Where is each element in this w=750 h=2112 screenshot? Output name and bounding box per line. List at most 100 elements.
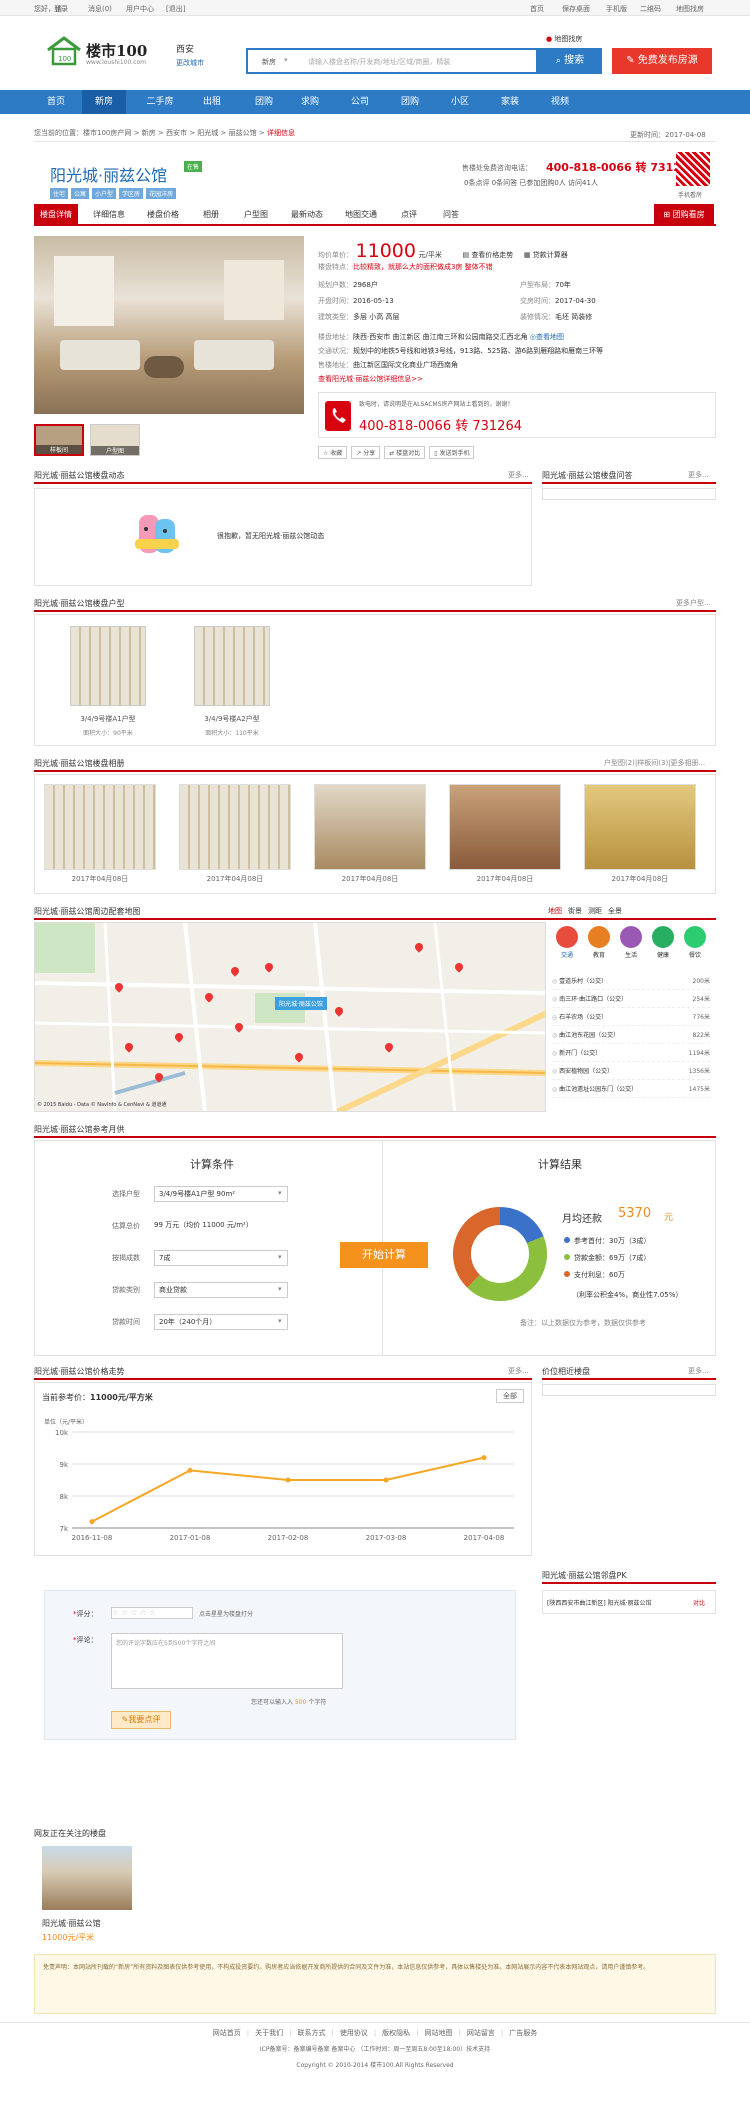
nav-item[interactable]: 首页 <box>34 90 78 114</box>
map-category-0[interactable]: 交通 <box>552 926 582 959</box>
trend-all-button[interactable]: 全部 <box>496 1389 524 1403</box>
group-buy-button[interactable]: ⊞ 团购看房 <box>654 204 714 226</box>
dynamics-more-link[interactable]: 更多... <box>508 470 529 480</box>
map-mode-tab[interactable]: 测距 <box>588 907 602 915</box>
breadcrumb-path[interactable]: 楼市100房产网 > 新房 > 西安市 > 阳光城 > 丽兹公馆 > <box>83 129 265 137</box>
nav-item[interactable]: 视频 <box>538 90 582 114</box>
nav-item[interactable]: 家装 <box>488 90 532 114</box>
nav-item[interactable]: 公司 <box>338 90 382 114</box>
logo-text[interactable]: 楼市100 <box>86 40 147 61</box>
messages-link[interactable]: 消息(0) <box>88 4 112 14</box>
album-photo[interactable] <box>584 784 696 870</box>
sitemap-link[interactable]: 地图找房 <box>676 4 704 14</box>
trend-link[interactable]: ▤ 查看价格走势 <box>462 251 513 259</box>
qa-more-link[interactable]: 更多... <box>688 470 709 480</box>
calc-select[interactable]: 7成 <box>154 1250 288 1266</box>
floorplan-name[interactable]: 3/4/9号楼A1户型 <box>60 714 156 724</box>
action-button[interactable]: ↗ 分享 <box>351 446 381 459</box>
footer-link[interactable]: 广告服务 <box>509 2029 537 2037</box>
search-category-select[interactable]: 新房 <box>262 57 276 67</box>
gallery-thumb[interactable]: 户型图 <box>90 424 140 456</box>
nav-item[interactable]: 二手房 <box>138 90 182 114</box>
action-button[interactable]: ⇄ 楼盘对比 <box>384 446 426 459</box>
nav-item[interactable]: 出租 <box>190 90 234 114</box>
qrcode-link[interactable]: 二维码 <box>640 4 661 14</box>
nav-item[interactable]: 新房 <box>82 90 126 114</box>
pk-item[interactable]: [陕西西安市曲江新区] 阳光城·丽兹公馆 <box>547 1598 652 1607</box>
map-mode-tab[interactable]: 全景 <box>608 907 622 915</box>
station-item[interactable]: ◎ 西安植物园（公交） 1356米 <box>552 1064 710 1080</box>
pk-compare-link[interactable]: 对比 <box>693 1598 705 1607</box>
station-item[interactable]: ◎ 壹道乐村（公交） 200米 <box>552 974 710 990</box>
map-canvas[interactable]: 阳光城·丽兹公馆 © 2015 Baidu - Data © NavInfo &… <box>34 922 546 1112</box>
tab-5[interactable]: 最新动态 <box>284 204 330 226</box>
start-calc-button[interactable]: 开始计算 <box>340 1242 428 1268</box>
more-info-link[interactable]: 查看阳光城·丽兹公馆详细信息>> <box>318 374 423 384</box>
station-item[interactable]: ◎ 曲江池东花园（公交） 822米 <box>552 1028 710 1044</box>
map-category-4[interactable]: 餐饮 <box>680 926 710 959</box>
tab-4[interactable]: 户型图 <box>236 204 276 226</box>
home-link[interactable]: 首页 <box>530 4 544 14</box>
map-marker-label[interactable]: 阳光城·丽兹公馆 <box>275 997 327 1010</box>
map-category-3[interactable]: 健康 <box>648 926 678 959</box>
station-item[interactable]: ◎ 新开门（公交） 1194米 <box>552 1046 710 1062</box>
album-more-link[interactable]: 户型图(2)|样板间(3)|更多相册... <box>604 758 705 768</box>
nav-item[interactable]: 求购 <box>288 90 332 114</box>
nav-item[interactable]: 团购 <box>242 90 286 114</box>
watching-name[interactable]: 阳光城·丽兹公馆 <box>42 1918 101 1929</box>
tab-1[interactable]: 详细信息 <box>86 204 132 226</box>
footer-link[interactable]: 关于我们 <box>255 2029 283 2037</box>
nav-item[interactable]: 小区 <box>438 90 482 114</box>
footer-link[interactable]: 使用协议 <box>340 2029 368 2037</box>
submit-comment-button[interactable]: ✎我要点评 <box>111 1711 171 1729</box>
footer-link[interactable]: 网站地图 <box>425 2029 453 2037</box>
station-item[interactable]: ◎ 南三环·曲江路口（公交） 254米 <box>552 992 710 1008</box>
map-mode-tab[interactable]: 地图 <box>548 907 562 915</box>
watching-photo[interactable] <box>42 1846 132 1910</box>
album-photo[interactable] <box>179 784 291 870</box>
comment-textarea[interactable]: 您的评论字数应在5到500个字符之间 <box>111 1633 343 1689</box>
calc-select[interactable]: 20年（240个月） <box>154 1314 288 1330</box>
calc-select[interactable]: 商业贷款 <box>154 1282 288 1298</box>
tab-8[interactable]: 问答 <box>434 204 468 226</box>
main-photo[interactable] <box>34 236 304 414</box>
floorplans-more-link[interactable]: 更多户型... <box>676 598 711 608</box>
footer-link[interactable]: 网站首页 <box>213 2029 241 2037</box>
tab-2[interactable]: 楼盘价格 <box>140 204 186 226</box>
publish-button[interactable]: ✎ 免费发布房源 <box>612 48 712 74</box>
footer-link[interactable]: 网站留言 <box>467 2029 495 2037</box>
map-mode-tab[interactable]: 街景 <box>568 907 582 915</box>
nav-item[interactable]: 团购 <box>388 90 432 114</box>
album-photo[interactable] <box>449 784 561 870</box>
station-item[interactable]: ◎ 石羊农场（公交） 776米 <box>552 1010 710 1026</box>
action-button[interactable]: ☆ 收藏 <box>318 446 348 459</box>
user-center-link[interactable]: 用户中心 <box>126 4 154 14</box>
star-rating[interactable]: ☆☆☆☆☆ <box>111 1607 193 1619</box>
calc-select[interactable]: 3/4/9号楼A1户型 90m² <box>154 1186 288 1202</box>
footer-link[interactable]: 联系方式 <box>297 2029 325 2037</box>
station-item[interactable]: ◎ 曲江池遗址公园东门（公交） 1475米 <box>552 1082 710 1098</box>
action-button[interactable]: ▯ 发送到手机 <box>429 446 475 459</box>
search-input[interactable]: 请输入楼盘名称/开发商/地址/区域/商圈，精装 <box>308 57 528 67</box>
save-desktop-link[interactable]: 保存桌面 <box>562 4 590 14</box>
footer-link[interactable]: 版权隐私 <box>382 2029 410 2037</box>
mobile-link[interactable]: 手机版 <box>606 4 627 14</box>
map-category-2[interactable]: 生活 <box>616 926 646 959</box>
tab-7[interactable]: 点评 <box>392 204 426 226</box>
tab-0[interactable]: 楼盘详情 <box>34 204 78 226</box>
map-category-1[interactable]: 教育 <box>584 926 614 959</box>
floorplan-image[interactable] <box>194 626 270 706</box>
gallery-thumb[interactable]: 样板间 <box>34 424 84 456</box>
map-search-link[interactable]: ● 地图找房 <box>546 34 582 44</box>
album-photo[interactable] <box>314 784 426 870</box>
tab-3[interactable]: 相册 <box>194 204 228 226</box>
logout-link[interactable]: [退出] <box>166 4 185 14</box>
map-link[interactable]: ◎查看地图 <box>530 333 564 341</box>
album-photo[interactable] <box>44 784 156 870</box>
tab-6[interactable]: 地图交通 <box>338 204 384 226</box>
nearby-more-link[interactable]: 更多... <box>688 1366 709 1376</box>
trend-more-link[interactable]: 更多... <box>508 1366 529 1376</box>
floorplan-image[interactable] <box>70 626 146 706</box>
search-button[interactable]: ⌕ 搜索 <box>538 48 602 74</box>
calc-link[interactable]: ▦ 贷款计算器 <box>524 251 568 259</box>
